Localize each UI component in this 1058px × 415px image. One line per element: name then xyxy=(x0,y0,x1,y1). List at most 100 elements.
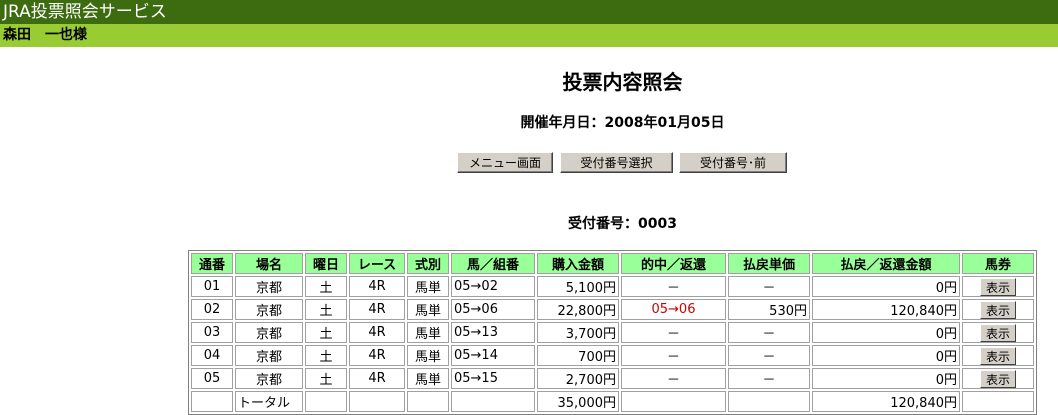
bet-table: 通番 場名 曜日 レース 式別 馬／組番 購入金額 的中／返還 払戻単価 払戻／… xyxy=(188,250,1037,415)
cell-combo: 05→02 xyxy=(451,276,535,297)
cell-type: 馬単 xyxy=(407,276,449,297)
cell-unit: － xyxy=(728,322,810,343)
cell-hit: － xyxy=(621,276,726,297)
cell-no: 03 xyxy=(191,322,233,343)
show-ticket-button[interactable]: 表示 xyxy=(980,300,1016,319)
cell-amount: 2,700円 xyxy=(537,368,619,389)
header-cell-combo: 馬／組番 xyxy=(451,253,535,274)
meeting-date-label: 開催年月日： xyxy=(520,115,605,131)
meeting-date-value: 2008年01月05日 xyxy=(604,115,725,131)
header-cell-amount: 購入金額 xyxy=(537,253,619,274)
cell-day: 土 xyxy=(305,368,347,389)
cell-venue: 京都 xyxy=(235,368,303,389)
cell-ticket: 表示 xyxy=(962,368,1034,389)
service-title: JRA投票照会サービス xyxy=(3,2,167,22)
cell-race: 4R xyxy=(349,345,405,366)
cell-venue: 京都 xyxy=(235,322,303,343)
receipt-number: 受付番号：0003 xyxy=(0,213,1058,233)
receipt-number-value: 0003 xyxy=(638,216,677,232)
cell-unit: － xyxy=(728,345,810,366)
cell-empty xyxy=(451,391,535,412)
table-row: 05 京都 土 4R 馬単 05→15 2,700円 － － 0円 表示 xyxy=(191,368,1034,389)
show-ticket-button[interactable]: 表示 xyxy=(980,369,1016,388)
header-cell-payout: 払戻／返還金額 xyxy=(812,253,960,274)
cell-venue: 京都 xyxy=(235,299,303,320)
table-row: 03 京都 土 4R 馬単 05→13 3,700円 － － 0円 表示 xyxy=(191,322,1034,343)
cell-type: 馬単 xyxy=(407,345,449,366)
cell-combo: 05→06 xyxy=(451,299,535,320)
table-row: 04 京都 土 4R 馬単 05→14 700円 － － 0円 表示 xyxy=(191,345,1034,366)
table-header-row: 通番 場名 曜日 レース 式別 馬／組番 購入金額 的中／返還 払戻単価 払戻／… xyxy=(191,253,1034,274)
cell-empty xyxy=(962,391,1034,412)
cell-hit: － xyxy=(621,345,726,366)
show-ticket-button[interactable]: 表示 xyxy=(980,346,1016,365)
cell-combo: 05→15 xyxy=(451,368,535,389)
cell-empty xyxy=(349,391,405,412)
header-cell-ticket: 馬券 xyxy=(962,253,1034,274)
cell-venue: 京都 xyxy=(235,276,303,297)
cell-unit: － xyxy=(728,276,810,297)
user-bar: 森田 一也様 xyxy=(0,24,1058,47)
page-title: 投票内容照会 xyxy=(562,70,683,94)
cell-race: 4R xyxy=(349,322,405,343)
cell-day: 土 xyxy=(305,322,347,343)
total-label: トータル xyxy=(235,391,303,412)
cell-payout: 0円 xyxy=(812,345,960,366)
cell-day: 土 xyxy=(305,276,347,297)
cell-ticket: 表示 xyxy=(962,345,1034,366)
cell-venue: 京都 xyxy=(235,345,303,366)
cell-amount: 3,700円 xyxy=(537,322,619,343)
header-cell-unit: 払戻単価 xyxy=(728,253,810,274)
meeting-date: 開催年月日：2008年01月05日 xyxy=(0,112,1058,132)
header-cell-type: 式別 xyxy=(407,253,449,274)
cell-empty xyxy=(191,391,233,412)
cell-no: 01 xyxy=(191,276,233,297)
cell-race: 4R xyxy=(349,299,405,320)
cell-type: 馬単 xyxy=(407,368,449,389)
user-name: 森田 一也様 xyxy=(3,27,87,43)
cell-amount: 5,100円 xyxy=(537,276,619,297)
cell-unit: － xyxy=(728,368,810,389)
cell-payout: 0円 xyxy=(812,276,960,297)
cell-amount: 700円 xyxy=(537,345,619,366)
cell-type: 馬単 xyxy=(407,322,449,343)
cell-no: 05 xyxy=(191,368,233,389)
cell-empty xyxy=(305,391,347,412)
cell-combo: 05→13 xyxy=(451,322,535,343)
cell-empty xyxy=(407,391,449,412)
cell-day: 土 xyxy=(305,345,347,366)
select-receipt-button[interactable]: 受付番号選択 xyxy=(560,152,673,173)
show-ticket-button[interactable]: 表示 xyxy=(980,277,1016,296)
cell-race: 4R xyxy=(349,368,405,389)
cell-unit: 530円 xyxy=(728,299,810,320)
cell-empty xyxy=(621,391,726,412)
cell-no: 02 xyxy=(191,299,233,320)
cell-ticket: 表示 xyxy=(962,322,1034,343)
receipt-number-label: 受付番号： xyxy=(568,216,639,232)
menu-button[interactable]: メニュー画面 xyxy=(457,152,553,173)
cell-ticket: 表示 xyxy=(962,276,1034,297)
show-ticket-button[interactable]: 表示 xyxy=(980,323,1016,342)
cell-empty xyxy=(728,391,810,412)
cell-type: 馬単 xyxy=(407,299,449,320)
cell-payout: 0円 xyxy=(812,368,960,389)
cell-amount: 22,800円 xyxy=(537,299,619,320)
cell-payout: 120,840円 xyxy=(812,299,960,320)
cell-ticket: 表示 xyxy=(962,299,1034,320)
table-row: 01 京都 土 4R 馬単 05→02 5,100円 － － 0円 表示 xyxy=(191,276,1034,297)
total-payout: 120,840円 xyxy=(812,391,960,412)
cell-day: 土 xyxy=(305,299,347,320)
header-cell-no: 通番 xyxy=(191,253,233,274)
cell-hit: － xyxy=(621,322,726,343)
cell-payout: 0円 xyxy=(812,322,960,343)
table-row: 02 京都 土 4R 馬単 05→06 22,800円 05→06 530円 1… xyxy=(191,299,1034,320)
total-amount: 35,000円 xyxy=(537,391,619,412)
header-cell-day: 曜日 xyxy=(305,253,347,274)
cell-hit: 05→06 xyxy=(621,299,726,320)
cell-hit: － xyxy=(621,368,726,389)
cell-combo: 05→14 xyxy=(451,345,535,366)
cell-race: 4R xyxy=(349,276,405,297)
header-cell-hit: 的中／返還 xyxy=(621,253,726,274)
prev-receipt-button[interactable]: 受付番号･前 xyxy=(679,152,787,173)
cell-no: 04 xyxy=(191,345,233,366)
